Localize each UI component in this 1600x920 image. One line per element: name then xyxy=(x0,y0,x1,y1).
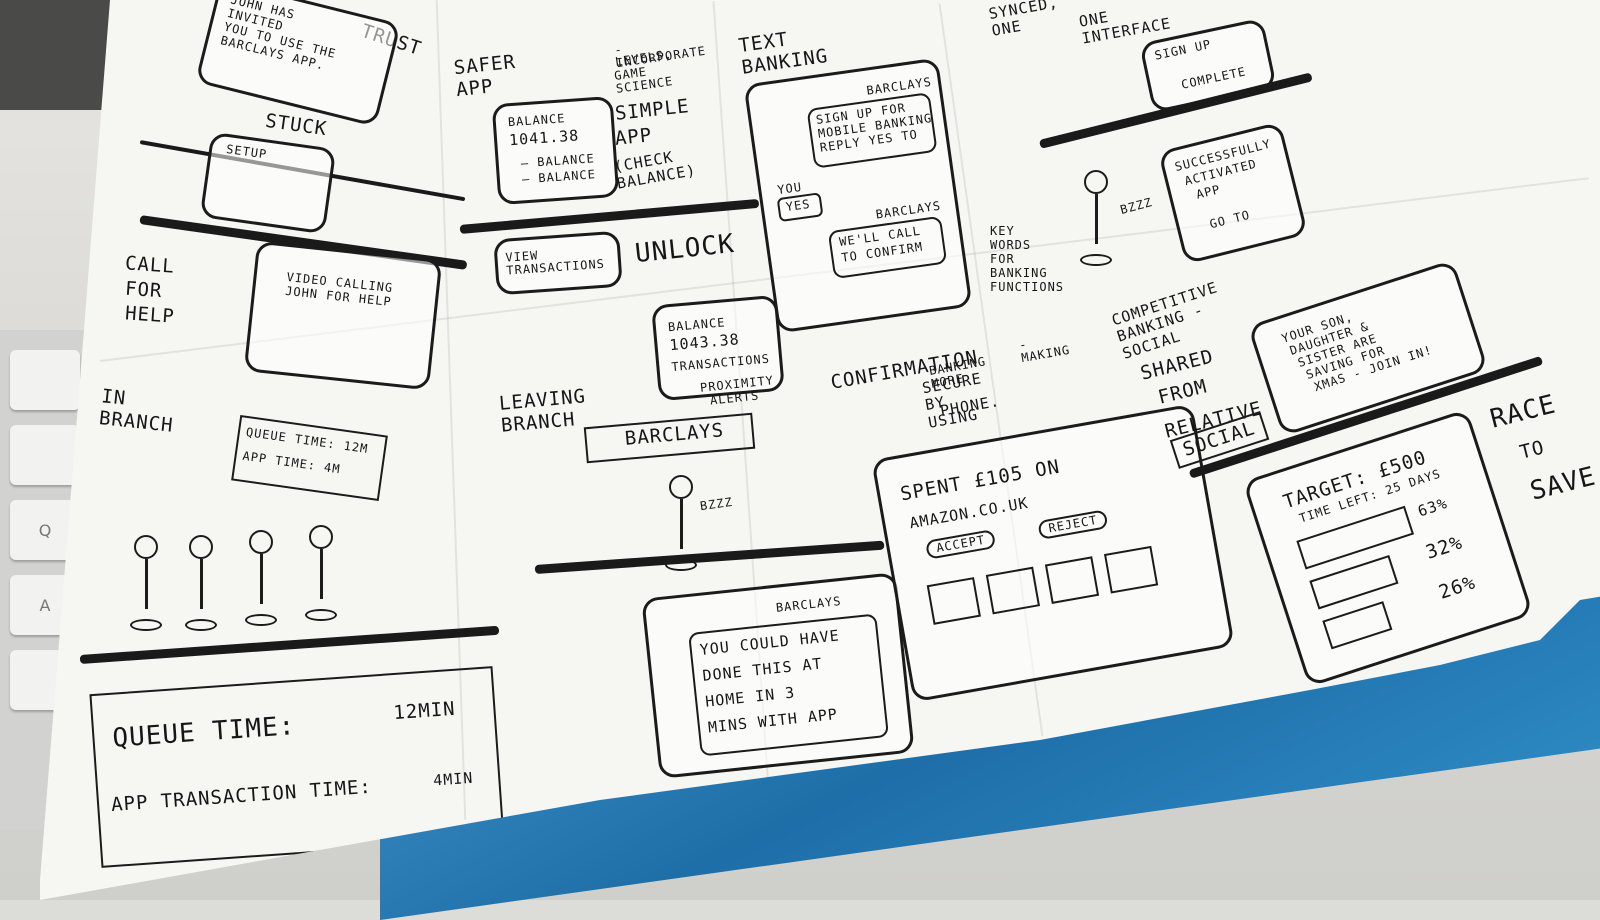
sign-line: APP TIME: 4M xyxy=(241,448,342,477)
panel-title: TEXT BANKING xyxy=(737,28,830,79)
balance-value: 1041.38 xyxy=(508,126,580,150)
progress-bar xyxy=(1322,601,1393,650)
side-note: FOR xyxy=(990,252,1015,266)
note-line: GAME SCIENCE xyxy=(613,64,675,97)
side-note: FUNCTIONS xyxy=(990,280,1065,294)
phone-sketch: BARCLAYS SIGN UP FOR MOBILE BANKING REPL… xyxy=(743,57,973,334)
note-line: - MAKING xyxy=(1017,337,1072,366)
tile xyxy=(1103,545,1159,594)
setup-label: SETUP xyxy=(225,141,269,162)
board-value: 4MIN xyxy=(432,768,474,790)
phone-sketch: SETUP xyxy=(199,131,337,235)
race-line: RACE xyxy=(1487,389,1560,435)
panel-title: IN BRANCH xyxy=(98,385,175,437)
branch-sign: BARCLAYS xyxy=(583,412,756,464)
caption-line: SIMPLE xyxy=(613,95,691,125)
side-note: KEY xyxy=(990,224,1015,238)
balance-value: 1043.38 xyxy=(668,330,741,355)
person-figure xyxy=(130,535,162,635)
caption-line: (CHECK BALANCE) xyxy=(612,147,698,193)
help-line: HELP xyxy=(124,302,176,328)
accept-button[interactable]: ACCEPT xyxy=(924,529,997,560)
tile xyxy=(1044,556,1100,604)
phone-sketch: YOUR SON, DAUGHTER & SISTER ARE SAVING F… xyxy=(1247,259,1489,437)
tile xyxy=(985,566,1041,615)
sms-sender: BARCLAYS xyxy=(775,594,843,615)
person-figure xyxy=(305,525,337,625)
note-line: ALERTS xyxy=(709,388,760,408)
shared-line: FROM xyxy=(1155,375,1210,409)
buzz-label: BZZZ xyxy=(699,494,734,514)
phone-sketch: VIDEO CALLING JOHN FOR HELP xyxy=(243,240,443,391)
race-line: SAVE xyxy=(1527,461,1600,507)
tile xyxy=(926,577,981,625)
view-transactions-label: VIEW TRANSACTIONS xyxy=(505,248,606,278)
balance-row: — BALANCE xyxy=(521,167,597,187)
spent-line: SPENT £105 ON xyxy=(898,455,1062,506)
signup-label: SIGN UP xyxy=(1153,37,1213,63)
panel-title: LEAVING BRANCH xyxy=(498,385,587,437)
help-line: CALL xyxy=(124,252,176,278)
queue-sign: QUEUE TIME: 12M APP TIME: 4M xyxy=(231,414,388,502)
caption-line: APP xyxy=(613,124,654,150)
key xyxy=(10,425,80,485)
board-value: 12MIN xyxy=(392,697,457,725)
activated-line: APP xyxy=(1194,182,1223,202)
phone-sketch: JOHN HAS INVITED YOU TO USE THE BARCLAYS… xyxy=(194,0,402,127)
percent-label: 26% xyxy=(1436,571,1479,604)
phone-sketch: SUCCESSFULLY ACTIVATED APP GO TO xyxy=(1157,121,1309,265)
person-figure xyxy=(245,530,277,630)
sign-label: BARCLAYS xyxy=(623,419,726,450)
panel-title: UNLOCK xyxy=(633,228,737,270)
panel-title: SYNCED, ONE xyxy=(987,0,1060,41)
phone-sketch: TARGET: £500 TIME LEFT: 25 DAYS 63% 32% … xyxy=(1242,408,1534,688)
panel-title: SAFER APP xyxy=(452,50,517,101)
divider-line xyxy=(459,198,760,234)
goto-label: GO TO xyxy=(1208,207,1252,232)
phone-sketch: BARCLAYS YOU COULD HAVE DONE THIS AT HOM… xyxy=(641,572,915,779)
key xyxy=(10,350,80,410)
buzz-label: BZZZ xyxy=(1118,195,1155,218)
phone-sketch: BALANCE 1041.38 — BALANCE — BALANCE xyxy=(491,95,620,206)
person-figure xyxy=(1080,170,1112,270)
phone-sketch: VIEW TRANSACTIONS xyxy=(493,230,623,296)
side-note: WORDS xyxy=(990,238,1032,252)
divider-line xyxy=(534,540,885,574)
help-line: FOR xyxy=(124,277,164,303)
side-note: BANKING xyxy=(990,266,1048,280)
person-figure xyxy=(185,535,217,635)
percent-label: 63% xyxy=(1415,494,1450,521)
dark-desk-object xyxy=(0,0,110,110)
panel-title: COMPETITIVE BANKING - SOCIAL xyxy=(1109,278,1220,363)
transactions-label: TRANSACTIONS xyxy=(670,351,771,375)
board-label: APP TRANSACTION TIME: xyxy=(110,775,373,817)
reject-button[interactable]: REJECT xyxy=(1037,509,1109,541)
board-label: QUEUE TIME: xyxy=(111,711,297,754)
complete-label: COMPLETE xyxy=(1180,64,1248,92)
percent-label: 32% xyxy=(1423,531,1466,564)
panel-title: STUCK xyxy=(263,109,329,141)
race-line: TO xyxy=(1517,436,1547,464)
